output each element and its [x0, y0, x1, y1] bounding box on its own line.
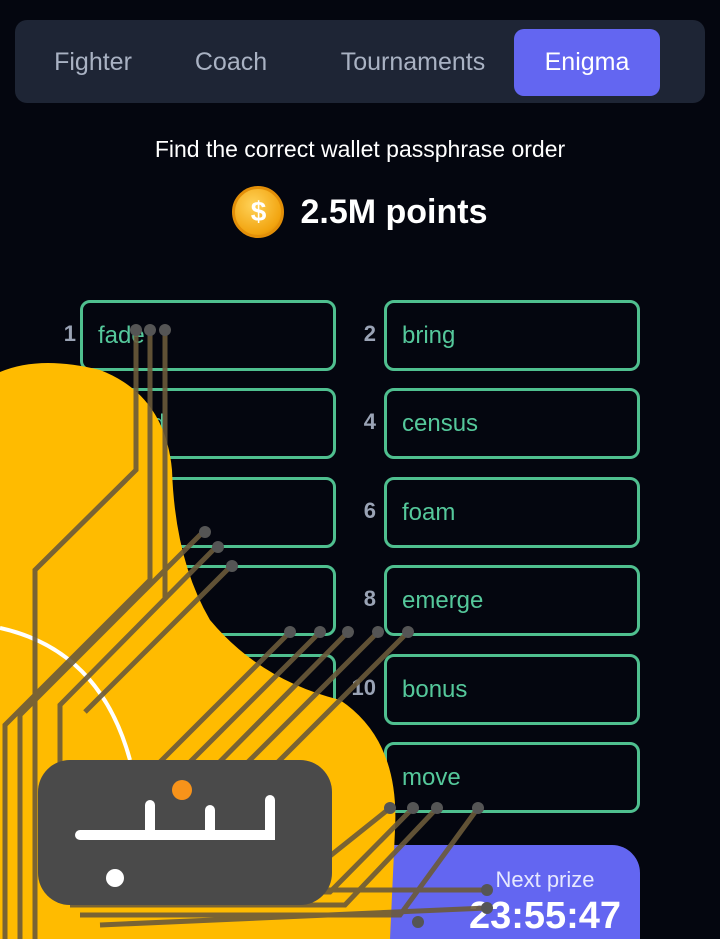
- coin-dollar-icon: $: [232, 186, 285, 238]
- word-slot[interactable]: [80, 742, 336, 813]
- word-slot[interactable]: [80, 565, 336, 636]
- tab-tournaments[interactable]: Tournaments: [315, 29, 511, 96]
- word-number: 2: [363, 321, 376, 346]
- tab-bar: Fighter Coach Tournaments Enigma: [15, 20, 705, 103]
- word-slot[interactable]: nd: [80, 388, 336, 459]
- word-slot[interactable]: move: [384, 742, 640, 813]
- word-slot[interactable]: y: [80, 477, 336, 548]
- tab-fighter[interactable]: Fighter: [35, 29, 151, 96]
- word-slot[interactable]: census: [384, 388, 640, 459]
- tab-coach[interactable]: Coach: [173, 29, 289, 96]
- word-number: 10: [351, 675, 376, 700]
- word-slot[interactable]: foam: [384, 477, 640, 548]
- word-slot[interactable]: bring: [384, 300, 640, 371]
- word-slot[interactable]: fade: [80, 300, 336, 371]
- reward-value: 2.5M points: [300, 192, 488, 231]
- word-number: 6: [363, 498, 376, 523]
- word-slot[interactable]: [80, 654, 336, 725]
- submit-button[interactable]: [80, 845, 460, 939]
- timer-value: 23:55:47: [468, 895, 622, 937]
- reward: $ 2.5M points: [0, 186, 720, 238]
- word-slot[interactable]: bonus: [384, 654, 640, 725]
- word-number: 8: [363, 586, 376, 611]
- word-number: 4: [363, 409, 376, 434]
- page-title: Find the correct wallet passphrase order: [154, 136, 566, 162]
- word-slot[interactable]: emerge: [384, 565, 640, 636]
- timer-label: Next prize: [495, 867, 595, 892]
- tab-enigma[interactable]: Enigma: [514, 29, 660, 96]
- word-number: 1: [63, 321, 76, 346]
- next-prize-timer: Next prize 23:55:47: [450, 845, 640, 939]
